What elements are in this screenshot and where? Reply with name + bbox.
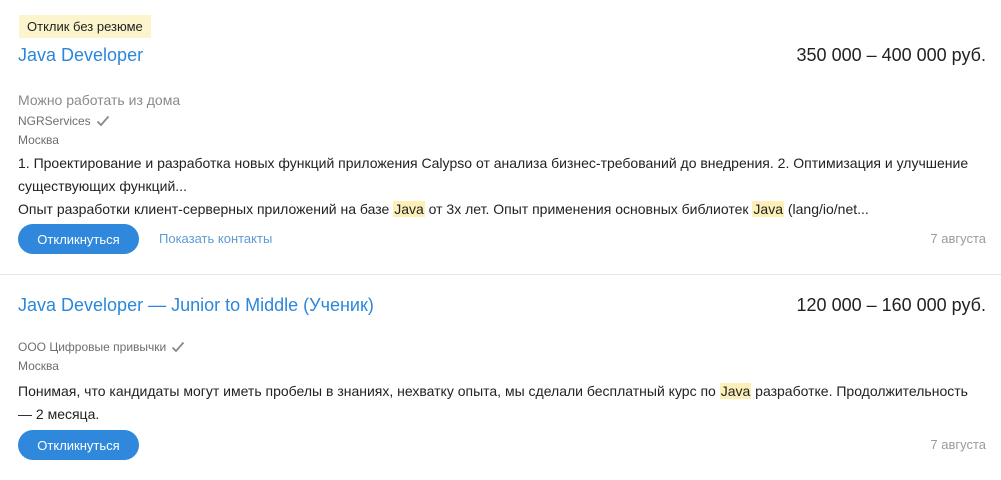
employer-name[interactable]: ООО Цифровые привычки xyxy=(18,340,166,354)
employer-name[interactable]: NGRServices xyxy=(18,114,91,128)
salary: 350 000 – 400 000 руб. xyxy=(796,45,986,65)
publication-date: 7 августа xyxy=(930,437,986,452)
show-contacts-link[interactable]: Показать контакты xyxy=(159,231,272,246)
vacancy-title[interactable]: Java Developer — Junior to Middle (Учени… xyxy=(18,295,374,316)
vacancy-snippet: 1. Проектирование и разработка новых фун… xyxy=(18,152,978,221)
no-resume-badge: Отклик без резюме xyxy=(19,15,151,38)
remote-work-label: Можно работать из дома xyxy=(18,92,181,108)
keyword-highlight: Java xyxy=(752,201,784,217)
keyword-highlight: Java xyxy=(393,201,425,217)
description-text: Понимая, что кандидаты могут иметь пробе… xyxy=(18,383,968,422)
apply-button[interactable]: Откликнуться xyxy=(18,224,139,254)
employer: NGRServices xyxy=(18,114,110,128)
keyword-highlight: Java xyxy=(719,383,752,399)
publication-date: 7 августа xyxy=(930,231,986,246)
salary: 120 000 – 160 000 руб. xyxy=(796,295,986,315)
checkmark-icon xyxy=(96,115,109,127)
city: Москва xyxy=(18,359,59,373)
city: Москва xyxy=(18,133,59,147)
responsibility-text: 1. Проектирование и разработка новых фун… xyxy=(18,155,969,194)
checkmark-icon xyxy=(172,341,185,353)
requirement-text: Опыт разработки клиент-серверных приложе… xyxy=(18,201,869,217)
vacancy-snippet: Понимая, что кандидаты могут иметь пробе… xyxy=(18,380,978,426)
apply-button[interactable]: Откликнуться xyxy=(18,430,139,460)
vacancy-card: Java Developer — Junior to Middle (Учени… xyxy=(0,275,1001,480)
vacancy-card: Отклик без резюме Java Developer 350 000… xyxy=(0,0,1001,275)
employer: ООО Цифровые привычки xyxy=(18,340,185,354)
vacancy-title[interactable]: Java Developer xyxy=(18,45,143,66)
